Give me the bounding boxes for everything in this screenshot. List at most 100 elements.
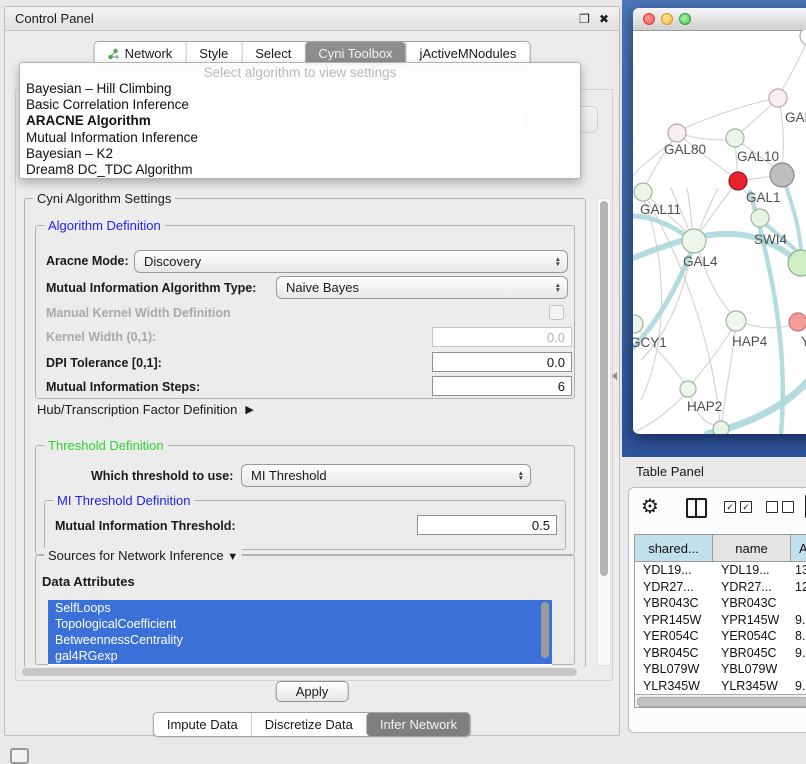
settings-horizontal-scrollbar[interactable]: [20, 667, 592, 677]
algorithm-option[interactable]: Bayesian – Hill Climbing: [20, 81, 580, 97]
network-edge: [779, 101, 783, 166]
mac-minimize-button-icon[interactable]: [661, 13, 673, 25]
which-threshold-combo[interactable]: MI Threshold ▲▼: [241, 464, 531, 487]
network-node[interactable]: [633, 315, 643, 333]
tab-impute-data[interactable]: Impute Data: [154, 713, 251, 736]
select-all-checkboxes-icon[interactable]: ✓✓: [724, 501, 752, 513]
network-window-titlebar[interactable]: [633, 8, 806, 31]
scrollbar-thumb[interactable]: [600, 201, 608, 576]
panel-title: Control Panel: [15, 11, 94, 26]
mi-steps-field[interactable]: 6: [432, 376, 572, 396]
stepper-arrows-icon: ▲▼: [555, 257, 561, 267]
gear-icon[interactable]: ⚙: [641, 494, 659, 519]
table-panel-title: Table Panel: [636, 464, 704, 479]
threshold-definition-legend: Threshold Definition: [44, 438, 168, 453]
network-node[interactable]: [668, 124, 686, 142]
mac-zoom-button-icon[interactable]: [679, 13, 691, 25]
table-cell: 9.: [791, 645, 806, 662]
attribute-item-selected[interactable]: SelfLoops: [48, 600, 552, 616]
table-cell: YBR045C: [713, 645, 791, 662]
table-row[interactable]: YLR345WYLR345W9.: [635, 678, 806, 695]
table-column-header[interactable]: A: [791, 535, 806, 561]
manual-kernel-label: Manual Kernel Width Definition: [46, 306, 231, 320]
manual-kernel-checkbox[interactable]: [549, 305, 564, 320]
table-row[interactable]: YDL19...YDL19...13: [635, 562, 806, 579]
network-node[interactable]: [713, 421, 729, 434]
network-node[interactable]: [682, 229, 706, 253]
tab-network-label: Network: [125, 46, 173, 61]
network-node[interactable]: [751, 209, 769, 227]
collapse-arrow-icon[interactable]: ▼: [227, 551, 238, 563]
kernel-width-label: Kernel Width (0,1):: [46, 330, 156, 344]
settings-vertical-scrollbar[interactable]: [597, 198, 611, 666]
network-node[interactable]: [726, 129, 744, 147]
attribute-item-selected[interactable]: TopologicalCoefficient: [48, 616, 552, 632]
table-cell: YBL079W: [713, 661, 791, 678]
mi-threshold-field[interactable]: 0.5: [417, 515, 557, 535]
network-node[interactable]: [634, 183, 652, 201]
sources-legend-label: Sources for Network Inference: [48, 548, 224, 563]
table-row[interactable]: YER054CYER054C8.: [635, 628, 806, 645]
close-icon[interactable]: ✖: [599, 12, 609, 26]
mac-close-button-icon[interactable]: [643, 13, 655, 25]
kernel-width-field[interactable]: 0.0: [432, 327, 572, 347]
mi-threshold-definition-legend: MI Threshold Definition: [53, 493, 194, 508]
network-view-window[interactable]: GALGAL80GAL10GAL1GAL11SWI4GAL4GCY1HAP4YH…: [633, 8, 806, 434]
network-node-label: GCY1: [633, 335, 667, 350]
tab-infer-network[interactable]: Infer Network: [366, 713, 470, 736]
network-node[interactable]: [729, 172, 747, 190]
apply-button[interactable]: Apply: [276, 681, 349, 702]
network-node[interactable]: [726, 311, 746, 331]
table-column-header[interactable]: name: [713, 535, 791, 561]
mi-steps-label: Mutual Information Steps:: [46, 380, 200, 394]
scrollbar-thumb[interactable]: [22, 668, 577, 676]
network-node-label: HAP2: [687, 399, 722, 414]
data-attributes-list[interactable]: SelfLoopsTopologicalCoefficientBetweenne…: [48, 600, 552, 666]
control-panel-titlebar[interactable]: Control Panel ❐ ✖: [5, 7, 619, 31]
which-threshold-label: Which threshold to use:: [91, 469, 233, 483]
sources-group: Sources for Network Inference ▼ Data Att…: [35, 555, 575, 665]
table-cell: 9.: [791, 612, 806, 629]
table-row[interactable]: YPR145WYPR145W9.: [635, 612, 806, 629]
table-column-header[interactable]: shared...: [635, 535, 713, 561]
list-scrollbar[interactable]: [541, 602, 549, 658]
network-node[interactable]: [789, 313, 806, 331]
algorithm-option[interactable]: Mutual Information Inference: [20, 130, 580, 146]
deselect-all-checkboxes-icon[interactable]: [766, 501, 794, 513]
table-horizontal-scrollbar[interactable]: [635, 694, 806, 707]
attribute-item-selected[interactable]: BetweennessCentrality: [48, 632, 552, 648]
table-toolbar: ⚙ ✓✓: [629, 494, 806, 530]
table-row[interactable]: YBL079WYBL079W: [635, 661, 806, 678]
algorithm-option[interactable]: Bayesian – K2: [20, 146, 580, 162]
network-node[interactable]: [770, 163, 794, 187]
float-window-icon[interactable]: ❐: [579, 12, 590, 26]
algorithm-option[interactable]: Basic Correlation Inference: [20, 97, 580, 113]
tab-discretize-data[interactable]: Discretize Data: [251, 713, 366, 736]
tab-style-label: Style: [199, 46, 228, 61]
table-row[interactable]: YBR043CYBR043C: [635, 595, 806, 612]
table-row[interactable]: YDR27...YDR27...12: [635, 579, 806, 596]
columns-icon[interactable]: [686, 498, 707, 518]
tab-discretize-data-label: Discretize Data: [265, 717, 353, 732]
mi-type-combo[interactable]: Naive Bayes ▲▼: [276, 276, 568, 299]
table-cell: YPR145W: [713, 612, 791, 629]
expander-arrow-icon: ▶: [245, 403, 253, 416]
network-edge: [737, 100, 777, 136]
table-cell: 12: [791, 579, 806, 596]
scrollbar-thumb[interactable]: [637, 697, 806, 707]
aracne-mode-combo[interactable]: Discovery ▲▼: [134, 250, 568, 273]
algorithm-option[interactable]: Dream8 DC_TDC Algorithm: [20, 162, 580, 178]
attribute-item-selected[interactable]: gal4RGexp: [48, 648, 552, 664]
network-node[interactable]: [769, 89, 787, 107]
algorithm-option[interactable]: ARACNE Algorithm: [20, 113, 580, 129]
table-row[interactable]: YBR045CYBR045C9.: [635, 645, 806, 662]
network-node[interactable]: [800, 30, 806, 45]
hub-tf-definition-expander[interactable]: Hub/Transcription Factor Definition ▶: [37, 402, 254, 417]
panel-splitter-arrow-icon[interactable]: [612, 372, 617, 380]
dpi-tolerance-field[interactable]: 0.0: [432, 352, 572, 372]
network-node[interactable]: [680, 381, 696, 397]
algorithm-definition-group: Algorithm Definition Aracne Mode: Discov…: [35, 225, 575, 399]
table-cell: YBR043C: [635, 595, 713, 612]
network-graph-canvas[interactable]: GALGAL80GAL10GAL1GAL11SWI4GAL4GCY1HAP4YH…: [633, 30, 806, 434]
screen: { "titlebar": {"title": "Control Panel",…: [0, 0, 806, 762]
